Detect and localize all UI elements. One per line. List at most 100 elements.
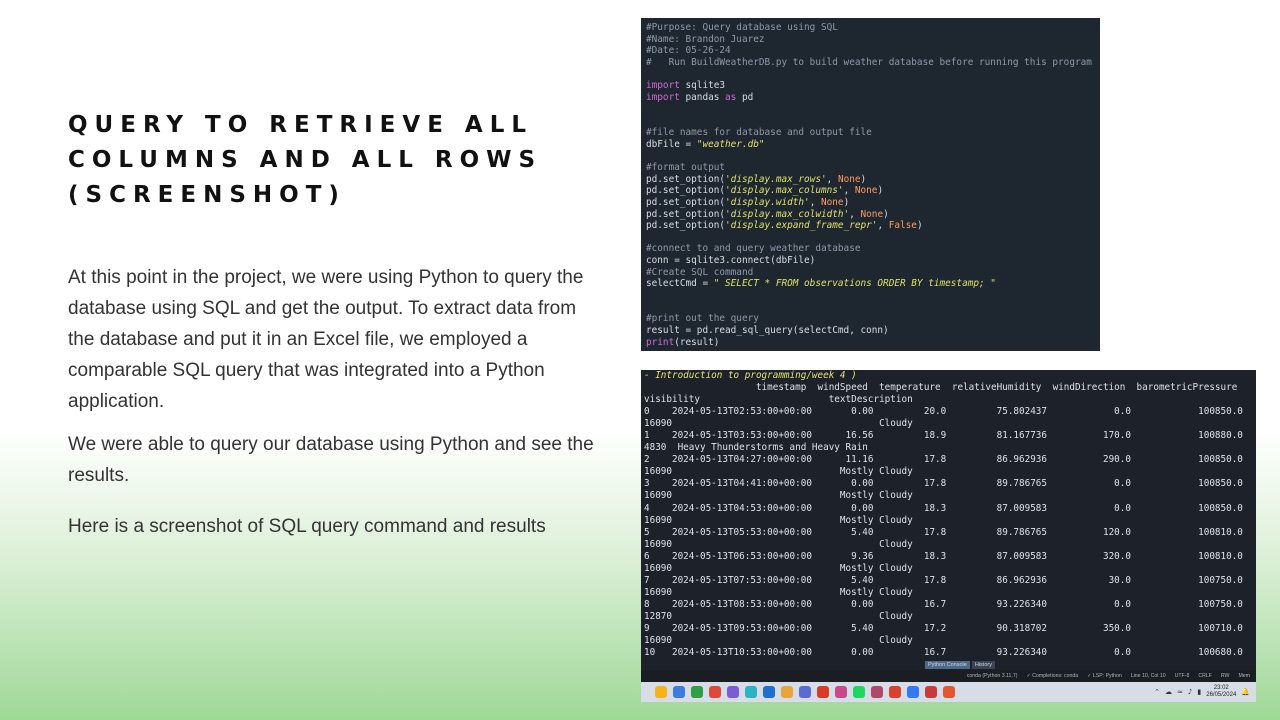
code-text: (result) bbox=[674, 336, 720, 348]
output-row: 2 2024-05-13T04:27:00+00:00 11.16 17.8 8… bbox=[644, 454, 1243, 466]
body-paragraph: Here is a screenshot of SQL query comman… bbox=[68, 516, 546, 537]
code-text: pandas bbox=[679, 91, 726, 103]
notification-bell-icon[interactable]: 🔔 bbox=[1241, 688, 1250, 696]
output-row: 3 2024-05-13T04:41:00+00:00 0.00 17.8 89… bbox=[644, 478, 1243, 490]
code-text: pd.set_option( bbox=[646, 220, 726, 232]
title-line: (SCREENSHOT) bbox=[68, 182, 346, 208]
code-string: 'display.expand_frame_repr' bbox=[725, 220, 878, 232]
taskbar-app-icon[interactable] bbox=[889, 686, 901, 698]
code-comment: #Purpose: Query database using SQL bbox=[646, 22, 838, 33]
status-lsp[interactable]: ✓ LSP: Python bbox=[1087, 673, 1122, 679]
cloud-icon[interactable]: ☁ bbox=[1165, 688, 1172, 696]
console-tabs: Python Console History bbox=[925, 661, 995, 669]
clock-date: 26/05/2024 bbox=[1206, 692, 1237, 698]
code-text: , bbox=[849, 208, 861, 220]
code-text: selectCmd = bbox=[646, 278, 714, 290]
code-text: pd bbox=[736, 91, 754, 103]
output-row-cont: 12870 Cloudy bbox=[644, 610, 913, 622]
code-text: , bbox=[877, 220, 889, 232]
code-keyword: import bbox=[646, 80, 680, 92]
taskbar-app-icon[interactable] bbox=[727, 686, 739, 698]
code-text: , bbox=[843, 185, 855, 197]
taskbar-app-icon[interactable] bbox=[655, 686, 667, 698]
taskbar-app-icon[interactable] bbox=[691, 686, 703, 698]
code-screenshot: #Purpose: Query database using SQL #Name… bbox=[641, 18, 1100, 351]
taskbar-app-icon[interactable] bbox=[817, 686, 829, 698]
code-comment: #Name: Brandon Juarez bbox=[646, 33, 765, 45]
code-comment: #connect to and query weather database bbox=[646, 243, 861, 255]
output-row: 6 2024-05-13T06:53:00+00:00 9.36 18.3 87… bbox=[644, 550, 1243, 562]
code-string: 'display.max_columns' bbox=[725, 185, 844, 197]
code-comment: #Create SQL command bbox=[646, 266, 754, 278]
output-row: 0 2024-05-13T02:53:00+00:00 0.00 20.0 75… bbox=[644, 406, 1243, 418]
code-text: pd.set_option( bbox=[646, 185, 726, 197]
output-row: 1 2024-05-13T03:53:00+00:00 16.56 18.9 8… bbox=[644, 430, 1243, 442]
code-text: pd.set_option( bbox=[646, 196, 726, 208]
body-paragraph: At this point in the project, we were us… bbox=[68, 267, 584, 412]
ide-status-bar: conda (Python 3.11.7) ✓ Completions: con… bbox=[641, 670, 1256, 682]
code-string: 'display.max_rows' bbox=[725, 173, 827, 185]
status-completions[interactable]: ✓ Completions: conda bbox=[1026, 673, 1078, 679]
code-text: ) bbox=[877, 185, 884, 197]
output-row-cont: 4830 Heavy Thunderstorms and Heavy Rain bbox=[644, 442, 868, 454]
code-comment: #print out the query bbox=[646, 313, 759, 325]
output-row: 8 2024-05-13T08:53:00+00:00 0.00 16.7 93… bbox=[644, 598, 1243, 610]
battery-icon[interactable]: ▮ bbox=[1197, 688, 1201, 696]
status-permissions: RW bbox=[1220, 673, 1230, 679]
code-text: ) bbox=[843, 196, 850, 208]
taskbar-app-icon[interactable] bbox=[709, 686, 721, 698]
system-tray: ⌃ ☁ ≈ ♪ ▮ 23:02 26/05/2024 🔔 bbox=[1154, 685, 1256, 699]
taskbar-app-icon[interactable] bbox=[925, 686, 937, 698]
clock-time: 23:02 bbox=[1213, 685, 1229, 691]
taskbar-app-icon[interactable] bbox=[853, 686, 865, 698]
code-constant: False bbox=[888, 220, 917, 232]
speaker-icon[interactable]: ♪ bbox=[1188, 688, 1192, 696]
code-string: "weather.db" bbox=[696, 138, 765, 150]
code-text: , bbox=[826, 173, 838, 185]
code-comment: #file names for database and output file bbox=[646, 126, 872, 138]
code-text: ) bbox=[860, 173, 867, 185]
taskbar-app-icon[interactable] bbox=[835, 686, 847, 698]
output-row-cont: 16090 Mostly Cloudy bbox=[644, 490, 913, 502]
code-text: pd.set_option( bbox=[646, 173, 726, 185]
slide-body: At this point in the project, we were us… bbox=[68, 262, 598, 554]
status-encoding: UTF-8 bbox=[1174, 673, 1190, 679]
code-constant: None bbox=[854, 185, 878, 197]
code-string: " SELECT * FROM observations ORDER BY ti… bbox=[713, 278, 996, 290]
taskbar-app-icon[interactable] bbox=[673, 686, 685, 698]
code-text: ) bbox=[916, 220, 923, 232]
output-screenshot: - Introduction to programming/week 4 ) t… bbox=[641, 370, 1256, 702]
title-line: QUERY TO RETRIEVE ALL bbox=[68, 112, 534, 138]
code-constant: None bbox=[860, 208, 884, 220]
output-row: 9 2024-05-13T09:53:00+00:00 5.40 17.2 90… bbox=[644, 622, 1243, 634]
output-row-cont: 16090 Mostly Cloudy bbox=[644, 514, 913, 526]
output-row-cont: 16090 Mostly Cloudy bbox=[644, 586, 913, 598]
output-header: visibility textDescription bbox=[644, 394, 913, 406]
taskbar-app-icon[interactable] bbox=[799, 686, 811, 698]
code-constant: None bbox=[821, 196, 844, 208]
tab-python-console[interactable]: Python Console bbox=[925, 661, 970, 669]
taskbar-app-icon[interactable] bbox=[907, 686, 919, 698]
taskbar-clock[interactable]: 23:02 26/05/2024 bbox=[1206, 685, 1236, 699]
code-string: 'display.max_colwidth' bbox=[725, 208, 850, 220]
wifi-icon[interactable]: ≈ bbox=[1177, 688, 1183, 696]
console-output: - Introduction to programming/week 4 ) t… bbox=[641, 370, 1256, 659]
code-text: conn = sqlite3.connect(dbFile) bbox=[646, 255, 816, 267]
title-line: COLUMNS AND ALL ROWS bbox=[68, 147, 543, 173]
body-paragraph: We were able to query our database using… bbox=[68, 434, 594, 486]
windows-taskbar: ⌃ ☁ ≈ ♪ ▮ 23:02 26/05/2024 🔔 bbox=[641, 682, 1256, 702]
output-row-cont: 16090 Cloudy bbox=[644, 418, 913, 430]
output-row-cont: 16090 Mostly Cloudy bbox=[644, 562, 913, 574]
output-row-cont: 16090 Mostly Cloudy bbox=[644, 466, 913, 478]
taskbar-app-icon[interactable] bbox=[763, 686, 775, 698]
taskbar-app-icon[interactable] bbox=[781, 686, 793, 698]
taskbar-app-icon[interactable] bbox=[943, 686, 955, 698]
status-memory: Mem bbox=[1238, 673, 1250, 679]
code-keyword: as bbox=[725, 91, 737, 103]
tab-history[interactable]: History bbox=[971, 661, 995, 669]
taskbar-app-icon[interactable] bbox=[745, 686, 757, 698]
taskbar-app-icon[interactable] bbox=[871, 686, 883, 698]
code-text: dbFile = bbox=[646, 138, 697, 150]
chevron-up-icon[interactable]: ⌃ bbox=[1154, 688, 1160, 696]
status-interpreter[interactable]: conda (Python 3.11.7) bbox=[967, 673, 1018, 679]
